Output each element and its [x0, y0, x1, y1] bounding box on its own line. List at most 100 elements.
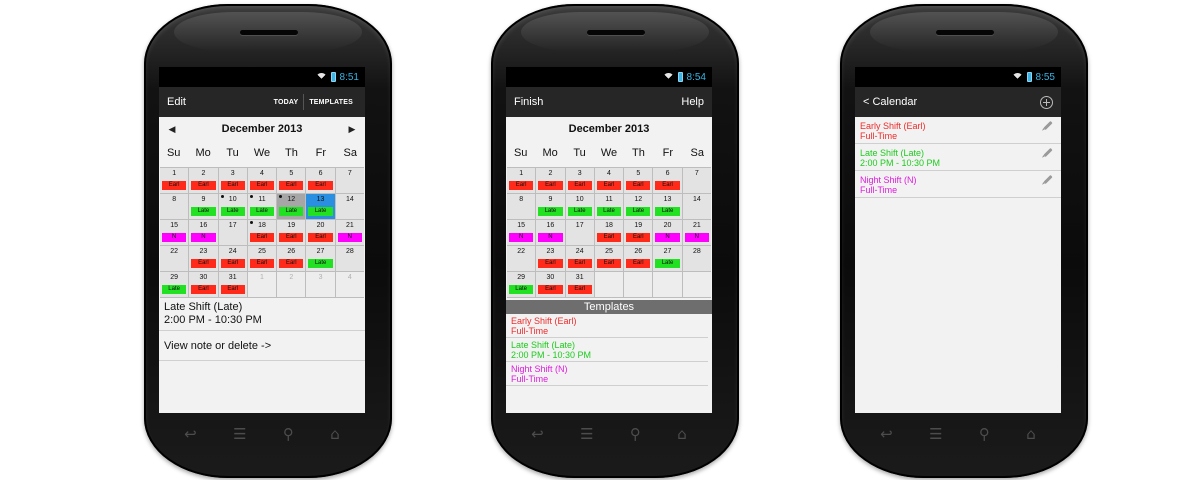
calendar-day-cell[interactable]: 4 Earl [247, 168, 277, 193]
search-icon[interactable]: ⚲ [979, 426, 990, 442]
calendar-day-cell[interactable]: 22 [507, 246, 536, 271]
calendar-day-cell[interactable]: 29 Late [507, 272, 536, 297]
calendar-day-cell[interactable]: 14 [682, 194, 711, 219]
calendar-day-cell[interactable]: 5 Earl [624, 168, 653, 193]
calendar-day-cell[interactable]: 3 Earl [565, 168, 594, 193]
calendar-day-cell[interactable]: 27 Late [306, 246, 335, 271]
calendar-day-cell[interactable]: 17 [218, 220, 247, 245]
day-of-week-label: We [600, 147, 618, 159]
calendar-day-cell[interactable]: 5 Earl [277, 168, 306, 193]
calendar-day-cell[interactable]: 3 Earl [218, 168, 247, 193]
search-icon[interactable]: ⚲ [630, 426, 641, 442]
calendar-day-cell[interactable]: 8 [160, 194, 189, 219]
template-item[interactable]: Night Shift (N) Full-Time [506, 362, 708, 386]
calendar-day-cell[interactable]: 2 Earl [536, 168, 565, 193]
calendar-day-cell[interactable] [682, 272, 711, 297]
calendar-day-cell[interactable]: 21 N [335, 220, 364, 245]
calendar-day-cell[interactable]: 9 Late [536, 194, 565, 219]
menu-icon[interactable]: ☰ [929, 426, 942, 442]
templates-button[interactable]: TEMPLATES [305, 99, 357, 106]
calendar-day-cell[interactable]: 16 N [536, 220, 565, 245]
menu-icon[interactable]: ☰ [580, 426, 593, 442]
calendar-day-cell[interactable]: 20 N [653, 220, 682, 245]
template-item[interactable]: Late Shift (Late) 2:00 PM - 10:30 PM [506, 338, 708, 362]
calendar-day-cell[interactable]: 4 Earl [594, 168, 624, 193]
menu-icon[interactable]: ☰ [233, 426, 246, 442]
calendar-day-cell[interactable]: 24 Earl [565, 246, 594, 271]
calendar-day-cell[interactable]: 18 Earl [594, 220, 624, 245]
calendar-day-cell[interactable]: 15 N [507, 220, 536, 245]
calendar-day-cell[interactable]: 16 N [189, 220, 218, 245]
back-to-calendar-button[interactable]: < Calendar [863, 96, 1040, 108]
calendar-day-cell[interactable]: 18 Earl [247, 220, 277, 245]
calendar-day-cell[interactable] [624, 272, 653, 297]
calendar-day-cell[interactable]: 1 [247, 272, 277, 297]
home-icon[interactable]: ⌂ [1026, 426, 1036, 442]
search-icon[interactable]: ⚲ [283, 426, 294, 442]
calendar-day-cell[interactable]: 28 [682, 246, 711, 271]
home-icon[interactable]: ⌂ [677, 426, 687, 442]
calendar-day-cell[interactable]: 21 N [682, 220, 711, 245]
calendar-day-cell[interactable]: 11 Late [594, 194, 624, 219]
calendar-day-cell[interactable]: 3 [306, 272, 335, 297]
calendar-day-cell[interactable]: 17 [565, 220, 594, 245]
home-icon[interactable]: ⌂ [330, 426, 340, 442]
calendar-day-cell[interactable]: 23 Earl [189, 246, 218, 271]
calendar-day-cell[interactable]: 2 Earl [189, 168, 218, 193]
calendar-day-cell[interactable]: 20 Earl [306, 220, 335, 245]
calendar-day-cell[interactable]: 4 [335, 272, 364, 297]
calendar-day-cell[interactable]: 19 Earl [277, 220, 306, 245]
help-button[interactable]: Help [681, 96, 704, 108]
template-item[interactable]: Night Shift (N) Full-Time [855, 171, 1061, 198]
template-item[interactable]: Early Shift (Earl) Full-Time [506, 314, 708, 338]
calendar-day-cell[interactable]: 7 [682, 168, 711, 193]
edit-button[interactable]: Edit [167, 96, 270, 108]
calendar-day-cell[interactable]: 15 N [160, 220, 189, 245]
calendar-day-cell[interactable]: 11 Late [247, 194, 277, 219]
calendar-day-cell[interactable]: 25 Earl [594, 246, 624, 271]
prev-month-icon[interactable]: ◀ [167, 124, 177, 135]
finish-button[interactable]: Finish [514, 96, 681, 108]
today-button[interactable]: TODAY [270, 99, 303, 106]
calendar-day-cell[interactable]: 13 Late [306, 194, 335, 219]
calendar-day-cell[interactable]: 9 Late [189, 194, 218, 219]
back-icon[interactable]: ↩ [531, 426, 544, 442]
calendar-day-cell[interactable]: 30 Earl [189, 272, 218, 297]
calendar-day-cell[interactable]: 12 Late [624, 194, 653, 219]
calendar-day-cell[interactable]: 14 [335, 194, 364, 219]
calendar-day-cell[interactable]: 28 [335, 246, 364, 271]
back-icon[interactable]: ↩ [184, 426, 197, 442]
calendar-day-cell[interactable]: 25 Earl [247, 246, 277, 271]
calendar-day-cell[interactable]: 8 [507, 194, 536, 219]
next-month-icon[interactable]: ▶ [347, 124, 357, 135]
shift-tag: Earl [279, 181, 304, 190]
calendar-day-cell[interactable]: 2 [277, 272, 306, 297]
calendar-day-cell[interactable]: 6 Earl [306, 168, 335, 193]
calendar-day-cell[interactable]: 6 Earl [653, 168, 682, 193]
calendar-day-cell[interactable] [594, 272, 624, 297]
calendar-day-cell[interactable]: 1 Earl [507, 168, 536, 193]
template-item[interactable]: Late Shift (Late) 2:00 PM - 10:30 PM [855, 144, 1061, 171]
calendar-day-cell[interactable]: 31 Earl [218, 272, 247, 297]
plus-circle-icon[interactable] [1040, 95, 1053, 109]
calendar-day-cell[interactable]: 26 Earl [624, 246, 653, 271]
calendar-day-cell[interactable]: 29 Late [160, 272, 189, 297]
calendar-day-cell[interactable]: 10 Late [565, 194, 594, 219]
calendar-day-cell[interactable]: 7 [335, 168, 364, 193]
back-icon[interactable]: ↩ [880, 426, 893, 442]
calendar-day-cell[interactable]: 23 Earl [536, 246, 565, 271]
calendar-day-cell[interactable]: 12 Late [277, 194, 306, 219]
calendar-day-cell[interactable]: 1 Earl [160, 168, 189, 193]
calendar-day-cell[interactable]: 22 [160, 246, 189, 271]
calendar-day-cell[interactable]: 19 Earl [624, 220, 653, 245]
calendar-day-cell[interactable]: 26 Earl [277, 246, 306, 271]
calendar-day-cell[interactable]: 27 Late [653, 246, 682, 271]
calendar-day-cell[interactable]: 10 Late [218, 194, 247, 219]
calendar-day-cell[interactable]: 13 Late [653, 194, 682, 219]
calendar-day-cell[interactable] [653, 272, 682, 297]
calendar-day-cell[interactable]: 30 Earl [536, 272, 565, 297]
calendar-day-cell[interactable]: 31 Earl [565, 272, 594, 297]
calendar-day-cell[interactable]: 24 Earl [218, 246, 247, 271]
view-note-link[interactable]: View note or delete -> [159, 331, 365, 361]
template-item[interactable]: Early Shift (Earl) Full-Time [855, 117, 1061, 144]
